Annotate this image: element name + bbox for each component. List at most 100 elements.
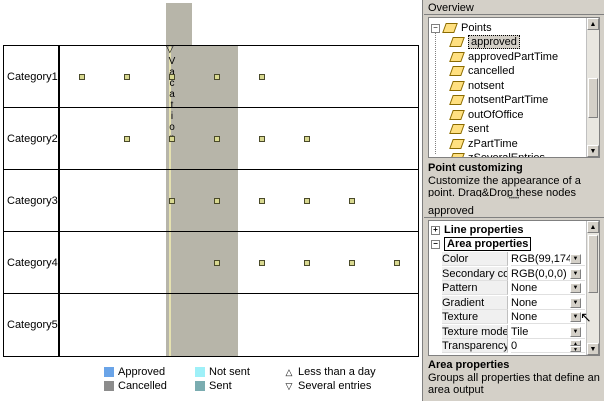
entry-point[interactable] [349, 198, 355, 204]
property-value[interactable]: None ▼ [511, 281, 585, 295]
scroll-up-arrow-icon[interactable]: ▲ [587, 18, 599, 30]
property-row[interactable]: Gradient None ▼ [429, 295, 589, 310]
tree-item[interactable]: approvedPartTime [449, 50, 559, 64]
property-row[interactable]: Color RGB(99,174,2 ▼ [429, 252, 589, 266]
tree-item[interactable]: notsent [449, 79, 505, 93]
property-value[interactable]: None ▼ [511, 310, 585, 324]
point-tag-icon [449, 153, 465, 157]
property-grid[interactable]: + Line properties − Area properties ▲ ▼ Co… [428, 220, 600, 356]
timeline-chart[interactable]: ▽ Vacation Category1Category2Category3Ca… [0, 0, 423, 401]
entry-point[interactable] [304, 136, 310, 142]
mouse-pointer-icon: ↖ [580, 309, 592, 325]
area-properties-category[interactable]: − Area properties [429, 237, 589, 251]
category-row[interactable]: Category1 [4, 46, 418, 108]
dropdown-arrow-icon[interactable]: ▼ [570, 254, 581, 264]
spin-button[interactable]: ▲ ▼ [570, 340, 581, 352]
entry-point[interactable] [304, 198, 310, 204]
triangle-down-icon: ▽ [285, 380, 293, 391]
tree-item-label: approvedPartTime [468, 50, 559, 63]
property-name: Gradient [442, 295, 508, 310]
property-row[interactable]: Secondary col RGB(0,0,0) ▼ [429, 266, 589, 281]
legend-cancelled-label: Cancelled [118, 380, 167, 392]
area-properties-label: Area properties [444, 237, 532, 251]
entry-point[interactable] [214, 136, 220, 142]
category-row[interactable]: Category3 [4, 170, 418, 232]
expand-icon[interactable]: + [431, 225, 440, 235]
property-value-text: 0 [511, 340, 518, 352]
entry-point[interactable] [124, 74, 130, 80]
overview-title: Overview [424, 1, 604, 15]
entry-point[interactable] [79, 74, 85, 80]
property-name: Secondary col [442, 266, 508, 281]
property-value[interactable]: RGB(0,0,0) ▼ [511, 267, 585, 281]
legend-cancelled: Cancelled [104, 380, 167, 392]
entry-point[interactable] [169, 198, 175, 204]
legend-sent-label: Sent [209, 380, 232, 392]
property-name: Color [442, 252, 508, 266]
entry-point[interactable] [304, 260, 310, 266]
panel-splitter[interactable]: ••••• [424, 196, 604, 202]
scroll-thumb[interactable] [588, 78, 598, 118]
scroll-thumb[interactable] [588, 235, 598, 293]
scroll-down-arrow-icon[interactable]: ▼ [587, 145, 599, 157]
property-value[interactable]: Tile ▼ [511, 325, 585, 339]
property-value-text: None [511, 296, 538, 309]
label-separator [58, 170, 60, 231]
category-row[interactable]: Category5 [4, 294, 418, 356]
tree-item-label: notsent [468, 79, 505, 92]
tree-item[interactable]: sent [449, 122, 489, 136]
entry-point[interactable] [259, 136, 265, 142]
property-row[interactable]: Pattern None ▼ [429, 281, 589, 295]
legend: Approved Cancelled Not sent Sent △ Less … [104, 366, 404, 398]
dropdown-arrow-icon[interactable]: ▼ [570, 283, 581, 293]
tree-item[interactable]: cancelled [449, 64, 515, 78]
property-value-text: Tile [511, 325, 529, 338]
line-properties-category[interactable]: + Line properties [429, 223, 589, 237]
category-label: Category2 [7, 132, 58, 145]
entry-point[interactable] [214, 74, 220, 80]
overview-tree[interactable]: − Points ▲ ▼ approved approvedPartTime canc… [428, 17, 600, 158]
tree-item-label: approved [468, 35, 520, 49]
entry-point[interactable] [394, 260, 400, 266]
dropdown-arrow-icon[interactable]: ▼ [570, 297, 581, 308]
point-tag-icon [449, 95, 465, 106]
entry-point[interactable] [214, 198, 220, 204]
entry-point[interactable] [259, 260, 265, 266]
property-name: Pattern [442, 281, 508, 295]
property-row[interactable]: Texture None ▼ [429, 310, 589, 324]
property-value[interactable]: RGB(99,174,2 ▼ [511, 252, 585, 266]
tree-item[interactable]: zPartTime [449, 137, 518, 151]
entry-point[interactable] [259, 198, 265, 204]
tree-item[interactable]: approved [449, 35, 520, 49]
property-value[interactable]: None ▼ [511, 296, 585, 310]
entry-point[interactable] [169, 136, 175, 142]
entry-point[interactable] [124, 136, 130, 142]
entry-point[interactable] [169, 74, 175, 80]
point-tag-icon [449, 66, 465, 77]
scroll-up-arrow-icon[interactable]: ▲ [587, 221, 599, 233]
legend-approved: Approved [104, 366, 165, 378]
property-row[interactable]: Transparency 0 ▲ ▼ [429, 339, 589, 353]
property-row[interactable]: Texture mode Tile ▼ [429, 324, 589, 339]
category-row[interactable]: Category2 [4, 108, 418, 170]
tree-item[interactable]: notsentPartTime [449, 93, 548, 107]
overview-scrollbar[interactable]: ▲ ▼ [586, 18, 599, 157]
dropdown-arrow-icon[interactable]: ▼ [570, 268, 581, 279]
category-row[interactable]: Category4 [4, 232, 418, 294]
entry-point[interactable] [349, 260, 355, 266]
tree-item[interactable]: zSeveralEntries [449, 151, 545, 157]
spin-down-icon[interactable]: ▼ [570, 346, 581, 352]
entry-point[interactable] [214, 260, 220, 266]
tree-item[interactable]: outOfOffice [449, 108, 523, 122]
property-value[interactable]: 0 ▲ ▼ [511, 339, 585, 353]
dropdown-arrow-icon[interactable]: ▼ [570, 326, 581, 337]
entry-point[interactable] [259, 74, 265, 80]
tree-root[interactable]: − Points [431, 21, 492, 35]
legend-not-sent-label: Not sent [209, 366, 250, 378]
folder-icon [442, 23, 458, 34]
tree-item-label: sent [468, 123, 489, 135]
tree-item-label: cancelled [468, 65, 515, 77]
collapse-icon[interactable]: − [431, 23, 440, 33]
category-grid: Category1 Category2 Category3 Category4 Cate… [3, 45, 419, 357]
collapse-icon[interactable]: − [431, 239, 440, 249]
